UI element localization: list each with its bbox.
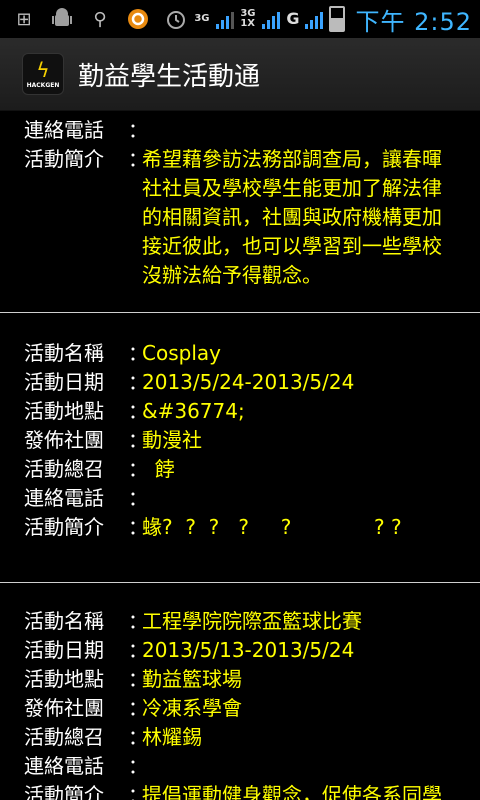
date-value: 2013/5/24-2013/5/24 bbox=[142, 370, 355, 394]
place-label: 活動地點 bbox=[24, 399, 104, 423]
network-type-3: 1X bbox=[240, 18, 255, 29]
place-value: &#36774; bbox=[142, 399, 245, 423]
intro-label: 活動簡介 bbox=[24, 147, 104, 171]
club-row: 發佈社團 ： 動漫社 bbox=[24, 426, 480, 455]
leader-label: 活動總召 bbox=[24, 457, 104, 481]
battery-icon bbox=[329, 6, 346, 32]
phone-value bbox=[142, 116, 460, 145]
intro-label: 活動簡介 bbox=[24, 783, 104, 800]
date-label: 活動日期 bbox=[24, 638, 104, 662]
colon: ： bbox=[128, 428, 148, 452]
phone-label: 連絡電話 bbox=[24, 486, 104, 510]
name-label: 活動名稱 bbox=[24, 609, 104, 633]
name-value: Cosplay bbox=[142, 341, 221, 365]
activity-item[interactable]: 活動名稱 ： 工程學院院際盃籃球比賽 活動日期 ： 2013/5/13-2013… bbox=[0, 583, 480, 800]
add-icon: ⊞ bbox=[16, 8, 32, 30]
colon: ： bbox=[128, 515, 148, 539]
leader-row: 活動總召 ： 林耀錫 bbox=[24, 723, 480, 752]
logo-wordmark: HACKGEN bbox=[26, 81, 60, 89]
leader-value: 餑 bbox=[142, 457, 175, 481]
date-row: 活動日期 ： 2013/5/13-2013/5/24 bbox=[24, 636, 480, 665]
usb-icon: ⚲ bbox=[93, 8, 107, 30]
colon: ： bbox=[128, 118, 148, 142]
clock: 下午 2:52 bbox=[355, 7, 472, 36]
club-label: 發佈社團 bbox=[24, 696, 104, 720]
leader-row: 活動總召 ： 餑 bbox=[24, 455, 480, 484]
phone-row: 連絡電話 ： bbox=[24, 484, 480, 513]
phone-label: 連絡電話 bbox=[24, 118, 104, 142]
phone-row: 連絡電話 ： bbox=[24, 116, 480, 145]
name-label: 活動名稱 bbox=[24, 341, 104, 365]
alarm-icon bbox=[164, 7, 188, 31]
activity-list[interactable]: 連絡電話 ： 活動簡介 ： 希望藉參訪法務部調查局，讓春暉社社員及學校學生能更加… bbox=[0, 110, 480, 800]
club-row: 發佈社團 ： 冷凍系學會 bbox=[24, 694, 480, 723]
network-type-1: 3G bbox=[194, 13, 210, 24]
activity-item[interactable]: 活動名稱 ： Cosplay 活動日期 ： 2013/5/24-2013/5/2… bbox=[0, 313, 480, 542]
colon: ： bbox=[128, 147, 148, 171]
place-label: 活動地點 bbox=[24, 667, 104, 691]
name-row: 活動名稱 ： 工程學院院際盃籃球比賽 bbox=[24, 607, 480, 636]
app-notification-icon bbox=[126, 7, 150, 31]
club-value: 冷凍系學會 bbox=[142, 696, 242, 720]
action-bar: ϟ HACKGEN 勤益學生活動通 bbox=[0, 38, 480, 111]
place-row: 活動地點 ： 勤益籃球場 bbox=[24, 665, 480, 694]
app-logo[interactable]: ϟ HACKGEN bbox=[22, 53, 64, 95]
phone-value bbox=[142, 752, 460, 781]
phone-label: 連絡電話 bbox=[24, 754, 104, 778]
intro-row: 活動簡介 ： 蝝? ? ? ? ? ? ? bbox=[24, 513, 480, 542]
name-row: 活動名稱 ： Cosplay bbox=[24, 339, 480, 368]
place-row: 活動地點 ： &#36774; bbox=[24, 397, 480, 426]
signal-bars-3-icon bbox=[305, 9, 324, 29]
date-label: 活動日期 bbox=[24, 370, 104, 394]
colon: ： bbox=[128, 725, 148, 749]
colon: ： bbox=[128, 341, 148, 365]
intro-row: 活動簡介 ： 提倡運動健身觀念，促使各系同學 bbox=[24, 781, 480, 800]
carrier-indicator: G bbox=[286, 9, 300, 28]
colon: ： bbox=[128, 754, 148, 778]
club-value: 動漫社 bbox=[142, 428, 202, 452]
place-value: 勤益籃球場 bbox=[142, 667, 242, 691]
colon: ： bbox=[128, 783, 148, 800]
intro-label: 活動簡介 bbox=[24, 515, 104, 539]
colon: ： bbox=[128, 609, 148, 633]
phone-value bbox=[142, 484, 460, 513]
club-label: 發佈社團 bbox=[24, 428, 104, 452]
leader-label: 活動總召 bbox=[24, 725, 104, 749]
status-bar: ⊞ ⚲ 3G 3G 1X G 下午 2:52 bbox=[0, 0, 480, 38]
colon: ： bbox=[128, 638, 148, 662]
app-title: 勤益學生活動通 bbox=[78, 61, 261, 92]
activity-item[interactable]: 連絡電話 ： 活動簡介 ： 希望藉參訪法務部調查局，讓春暉社社員及學校學生能更加… bbox=[0, 110, 480, 290]
signal-bars-2-icon bbox=[262, 9, 281, 29]
colon: ： bbox=[128, 370, 148, 394]
colon: ： bbox=[128, 667, 148, 691]
lightning-icon: ϟ bbox=[36, 57, 50, 82]
colon: ： bbox=[128, 696, 148, 720]
colon: ： bbox=[128, 399, 148, 423]
intro-value: 蝝? ? ? ? ? ? ? bbox=[142, 515, 402, 539]
colon: ： bbox=[128, 486, 148, 510]
leader-value: 林耀錫 bbox=[142, 725, 202, 749]
date-value: 2013/5/13-2013/5/24 bbox=[142, 638, 355, 662]
intro-row: 活動簡介 ： 希望藉參訪法務部調查局，讓春暉社社員及學校學生能更加了解法律的相關… bbox=[24, 145, 480, 290]
name-value: 工程學院院際盃籃球比賽 bbox=[142, 609, 362, 633]
intro-value: 提倡運動健身觀念，促使各系同學 bbox=[142, 783, 442, 800]
date-row: 活動日期 ： 2013/5/24-2013/5/24 bbox=[24, 368, 480, 397]
intro-value: 希望藉參訪法務部調查局，讓春暉社社員及學校學生能更加了解法律的相關資訊，社團與政… bbox=[142, 147, 442, 287]
colon: ： bbox=[128, 457, 148, 481]
signal-bars-1-icon bbox=[216, 9, 235, 29]
phone-row: 連絡電話 ： bbox=[24, 752, 480, 781]
android-debug-icon bbox=[50, 7, 74, 31]
